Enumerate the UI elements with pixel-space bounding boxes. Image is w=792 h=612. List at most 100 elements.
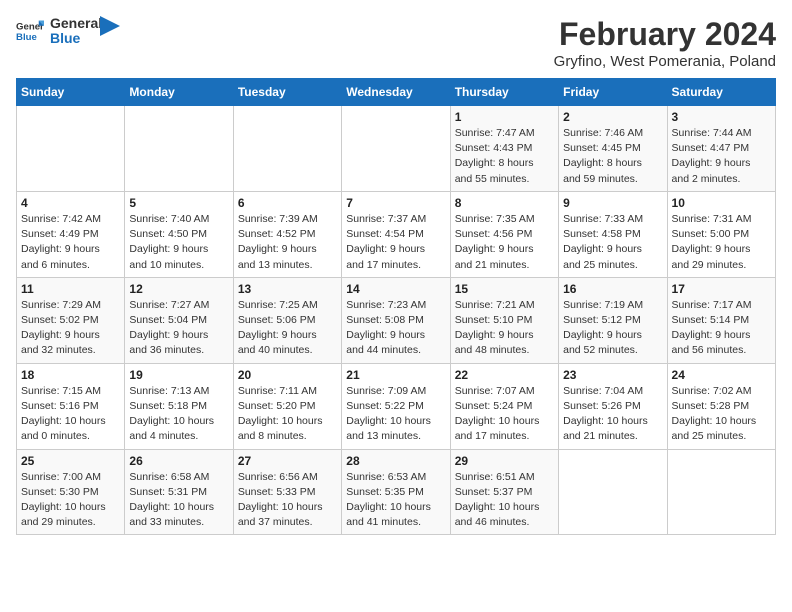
- day-detail: Sunrise: 7:46 AM Sunset: 4:45 PM Dayligh…: [563, 126, 662, 187]
- calendar-week-3: 11 Sunrise: 7:29 AM Sunset: 5:02 PM Dayli…: [17, 277, 776, 363]
- day-detail: Sunrise: 7:37 AM Sunset: 4:54 PM Dayligh…: [346, 212, 445, 273]
- column-header-thursday: Thursday: [450, 79, 558, 106]
- day-detail: Sunrise: 7:09 AM Sunset: 5:22 PM Dayligh…: [346, 384, 445, 445]
- day-number: 12: [129, 282, 228, 296]
- calendar-cell: 17 Sunrise: 7:17 AM Sunset: 5:14 PM Dayli…: [667, 277, 775, 363]
- day-detail: Sunrise: 7:25 AM Sunset: 5:06 PM Dayligh…: [238, 298, 337, 359]
- day-number: 25: [21, 454, 120, 468]
- day-detail: Sunrise: 7:44 AM Sunset: 4:47 PM Dayligh…: [672, 126, 771, 187]
- day-detail: Sunrise: 7:29 AM Sunset: 5:02 PM Dayligh…: [21, 298, 120, 359]
- calendar-cell: 16Sunrise: 7:19 AM Sunset: 5:12 PM Dayli…: [559, 277, 667, 363]
- calendar-cell: 25Sunrise: 7:00 AM Sunset: 5:30 PM Dayli…: [17, 449, 125, 535]
- column-header-monday: Monday: [125, 79, 233, 106]
- day-number: 26: [129, 454, 228, 468]
- day-number: 19: [129, 368, 228, 382]
- day-detail: Sunrise: 6:58 AM Sunset: 5:31 PM Dayligh…: [129, 470, 228, 531]
- day-number: 15: [455, 282, 554, 296]
- calendar-cell: 3 Sunrise: 7:44 AM Sunset: 4:47 PM Daylig…: [667, 106, 775, 192]
- logo-arrow-icon: [100, 16, 120, 36]
- day-detail: Sunrise: 7:40 AM Sunset: 4:50 PM Dayligh…: [129, 212, 228, 273]
- day-detail: Sunrise: 7:11 AM Sunset: 5:20 PM Dayligh…: [238, 384, 337, 445]
- calendar-cell: 10Sunrise: 7:31 AM Sunset: 5:00 PM Dayli…: [667, 191, 775, 277]
- day-number: 29: [455, 454, 554, 468]
- calendar-week-5: 25Sunrise: 7:00 AM Sunset: 5:30 PM Dayli…: [17, 449, 776, 535]
- day-number: 11: [21, 282, 120, 296]
- day-number: 5: [129, 196, 228, 210]
- calendar-cell: 4Sunrise: 7:42 AM Sunset: 4:49 PM Daylig…: [17, 191, 125, 277]
- day-number: 2: [563, 110, 662, 124]
- calendar-cell: [667, 449, 775, 535]
- day-number: 28: [346, 454, 445, 468]
- logo-blue: Blue: [50, 31, 102, 46]
- calendar-cell: 14Sunrise: 7:23 AM Sunset: 5:08 PM Dayli…: [342, 277, 450, 363]
- calendar-cell: 19 Sunrise: 7:13 AM Sunset: 5:18 PM Dayli…: [125, 363, 233, 449]
- calendar-cell: 7 Sunrise: 7:37 AM Sunset: 4:54 PM Daylig…: [342, 191, 450, 277]
- calendar-cell: 18 Sunrise: 7:15 AM Sunset: 5:16 PM Dayli…: [17, 363, 125, 449]
- day-detail: Sunrise: 7:33 AM Sunset: 4:58 PM Dayligh…: [563, 212, 662, 273]
- calendar-cell: 5 Sunrise: 7:40 AM Sunset: 4:50 PM Daylig…: [125, 191, 233, 277]
- main-title: February 2024: [554, 16, 776, 53]
- calendar-cell: [125, 106, 233, 192]
- calendar-cell: 29 Sunrise: 6:51 AM Sunset: 5:37 PM Dayli…: [450, 449, 558, 535]
- calendar-cell: 8 Sunrise: 7:35 AM Sunset: 4:56 PM Daylig…: [450, 191, 558, 277]
- day-detail: Sunrise: 7:19 AM Sunset: 5:12 PM Dayligh…: [563, 298, 662, 359]
- calendar-cell: 15 Sunrise: 7:21 AM Sunset: 5:10 PM Dayli…: [450, 277, 558, 363]
- day-detail: Sunrise: 7:21 AM Sunset: 5:10 PM Dayligh…: [455, 298, 554, 359]
- logo-icon: General Blue: [16, 17, 44, 45]
- calendar-cell: 13Sunrise: 7:25 AM Sunset: 5:06 PM Dayli…: [233, 277, 341, 363]
- calendar-week-2: 4Sunrise: 7:42 AM Sunset: 4:49 PM Daylig…: [17, 191, 776, 277]
- day-number: 24: [672, 368, 771, 382]
- day-detail: Sunrise: 6:51 AM Sunset: 5:37 PM Dayligh…: [455, 470, 554, 531]
- calendar-cell: 21 Sunrise: 7:09 AM Sunset: 5:22 PM Dayli…: [342, 363, 450, 449]
- day-number: 7: [346, 196, 445, 210]
- calendar-cell: 20 Sunrise: 7:11 AM Sunset: 5:20 PM Dayli…: [233, 363, 341, 449]
- subtitle: Gryfino, West Pomerania, Poland: [554, 53, 776, 70]
- header: General Blue General Blue February 2024 …: [16, 16, 776, 70]
- column-header-friday: Friday: [559, 79, 667, 106]
- calendar-week-4: 18 Sunrise: 7:15 AM Sunset: 5:16 PM Dayli…: [17, 363, 776, 449]
- day-number: 8: [455, 196, 554, 210]
- calendar-cell: 2 Sunrise: 7:46 AM Sunset: 4:45 PM Daylig…: [559, 106, 667, 192]
- calendar-cell: 6 Sunrise: 7:39 AM Sunset: 4:52 PM Daylig…: [233, 191, 341, 277]
- day-detail: Sunrise: 7:17 AM Sunset: 5:14 PM Dayligh…: [672, 298, 771, 359]
- calendar-cell: 1 Sunrise: 7:47 AM Sunset: 4:43 PM Daylig…: [450, 106, 558, 192]
- calendar-cell: [342, 106, 450, 192]
- calendar-cell: 27 Sunrise: 6:56 AM Sunset: 5:33 PM Dayli…: [233, 449, 341, 535]
- calendar-table: SundayMondayTuesdayWednesdayThursdayFrid…: [16, 78, 776, 535]
- calendar-cell: 12 Sunrise: 7:27 AM Sunset: 5:04 PM Dayli…: [125, 277, 233, 363]
- day-detail: Sunrise: 7:02 AM Sunset: 5:28 PM Dayligh…: [672, 384, 771, 445]
- calendar-cell: [233, 106, 341, 192]
- day-detail: Sunrise: 7:13 AM Sunset: 5:18 PM Dayligh…: [129, 384, 228, 445]
- day-detail: Sunrise: 7:15 AM Sunset: 5:16 PM Dayligh…: [21, 384, 120, 445]
- day-number: 17: [672, 282, 771, 296]
- calendar-cell: 23 Sunrise: 7:04 AM Sunset: 5:26 PM Dayli…: [559, 363, 667, 449]
- logo: General Blue General Blue: [16, 16, 120, 47]
- calendar-cell: [559, 449, 667, 535]
- day-number: 1: [455, 110, 554, 124]
- day-detail: Sunrise: 7:04 AM Sunset: 5:26 PM Dayligh…: [563, 384, 662, 445]
- column-header-sunday: Sunday: [17, 79, 125, 106]
- day-detail: Sunrise: 7:47 AM Sunset: 4:43 PM Dayligh…: [455, 126, 554, 187]
- day-number: 23: [563, 368, 662, 382]
- day-detail: Sunrise: 7:39 AM Sunset: 4:52 PM Dayligh…: [238, 212, 337, 273]
- day-number: 3: [672, 110, 771, 124]
- day-number: 21: [346, 368, 445, 382]
- calendar-cell: 22Sunrise: 7:07 AM Sunset: 5:24 PM Dayli…: [450, 363, 558, 449]
- calendar-cell: 28 Sunrise: 6:53 AM Sunset: 5:35 PM Dayli…: [342, 449, 450, 535]
- day-number: 18: [21, 368, 120, 382]
- day-detail: Sunrise: 7:27 AM Sunset: 5:04 PM Dayligh…: [129, 298, 228, 359]
- day-number: 20: [238, 368, 337, 382]
- column-header-saturday: Saturday: [667, 79, 775, 106]
- title-block: February 2024 Gryfino, West Pomerania, P…: [554, 16, 776, 70]
- day-detail: Sunrise: 7:35 AM Sunset: 4:56 PM Dayligh…: [455, 212, 554, 273]
- day-number: 9: [563, 196, 662, 210]
- calendar-cell: 24 Sunrise: 7:02 AM Sunset: 5:28 PM Dayli…: [667, 363, 775, 449]
- logo-general: General: [50, 16, 102, 31]
- day-number: 27: [238, 454, 337, 468]
- day-number: 6: [238, 196, 337, 210]
- day-number: 4: [21, 196, 120, 210]
- day-detail: Sunrise: 6:56 AM Sunset: 5:33 PM Dayligh…: [238, 470, 337, 531]
- calendar-cell: 11 Sunrise: 7:29 AM Sunset: 5:02 PM Dayli…: [17, 277, 125, 363]
- day-detail: Sunrise: 6:53 AM Sunset: 5:35 PM Dayligh…: [346, 470, 445, 531]
- column-header-wednesday: Wednesday: [342, 79, 450, 106]
